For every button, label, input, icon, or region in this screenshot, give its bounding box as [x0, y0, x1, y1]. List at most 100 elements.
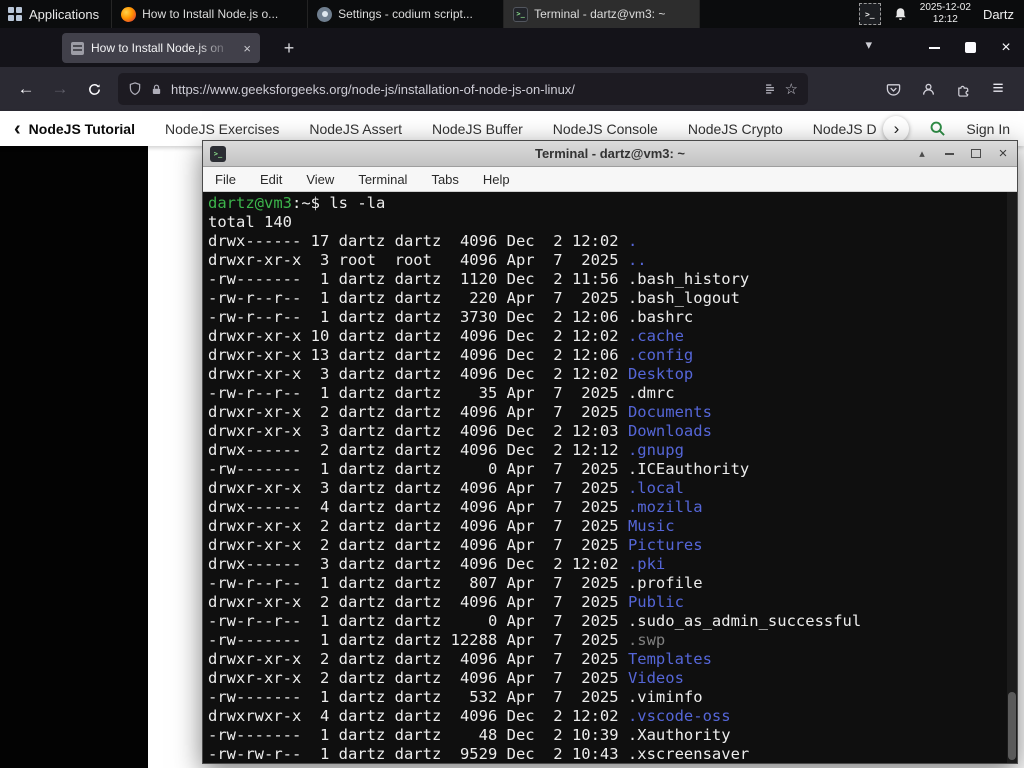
notifications-bell-icon[interactable] [893, 7, 908, 22]
url-input[interactable]: https://www.geeksforgeeks.org/node-js/in… [118, 73, 808, 105]
tab-title: How to Install Node.js on [91, 41, 224, 55]
tray-terminal-icon[interactable]: >_ [858, 3, 881, 25]
terminal-menu-help[interactable]: Help [483, 172, 510, 187]
terminal-icon [513, 6, 529, 22]
terminal-line: drwxr-xr-x 2 dartz dartz 4096 Apr 7 2025… [208, 403, 712, 421]
terminal-line: drwxr-xr-x 2 dartz dartz 4096 Apr 7 2025… [208, 650, 712, 668]
page-dark-section [0, 146, 148, 768]
nav-link-nodejs-buffer[interactable]: NodeJS Buffer [432, 121, 523, 137]
browser-tab[interactable]: How to Install Node.js on × [62, 33, 260, 63]
terminal-menu-edit[interactable]: Edit [260, 172, 282, 187]
terminal-line: -rw------- 1 dartz dartz 12288 Apr 7 202… [208, 631, 666, 649]
terminal-titlebar[interactable]: >_ Terminal - dartz@vm3: ~ ▴ × [203, 141, 1017, 167]
terminal-line: drwxr-xr-x 2 dartz dartz 4096 Apr 7 2025… [208, 593, 684, 611]
taskbar-button-1[interactable]: How to Install Node.js o... [112, 0, 309, 28]
terminal-scrollbar[interactable] [1007, 192, 1017, 763]
terminal-line: dartz@vm3:~$ ls -la [208, 194, 386, 212]
tab-close-button[interactable]: × [243, 42, 251, 55]
search-icon[interactable] [929, 120, 946, 137]
reader-view-icon[interactable] [763, 82, 777, 96]
terminal-line: drwxr-xr-x 3 dartz dartz 4096 Apr 7 2025… [208, 479, 684, 497]
close-icon: × [1001, 38, 1011, 56]
nav-scroll-right-button[interactable]: › [883, 115, 910, 142]
terminal-line: -rw-r--r-- 1 dartz dartz 3730 Dec 2 12:0… [208, 308, 694, 326]
terminal-line: -rw------- 1 dartz dartz 532 Apr 7 2025 … [208, 688, 703, 706]
account-icon[interactable] [912, 73, 944, 105]
taskbar-button-3[interactable]: Terminal - dartz@vm3: ~ [504, 0, 701, 28]
clock[interactable]: 2025-12-02 12:12 [920, 2, 971, 27]
new-tab-button[interactable]: + [276, 35, 302, 61]
back-button[interactable]: ← [10, 73, 42, 105]
pocket-icon[interactable] [877, 73, 909, 105]
terminal-title: Terminal - dartz@vm3: ~ [534, 146, 686, 161]
terminal-line: drwx------ 17 dartz dartz 4096 Dec 2 12:… [208, 232, 638, 250]
terminal-line: drwxr-xr-x 3 root root 4096 Apr 7 2025 .… [208, 251, 647, 269]
nav-link-nodejs-dns[interactable]: NodeJS DNS [813, 121, 878, 137]
terminal-maximize-button[interactable] [969, 147, 983, 161]
bookmark-star-icon[interactable]: ☆ [785, 82, 798, 97]
nav-link-nodejs-assert[interactable]: NodeJS Assert [309, 121, 402, 137]
terminal-line: drwx------ 4 dartz dartz 4096 Apr 7 2025… [208, 498, 703, 516]
site-nav-right: › Sign In [883, 115, 1010, 142]
taskbar-button-2[interactable]: Settings - codium script... [308, 0, 505, 28]
tracking-shield-icon[interactable] [128, 82, 142, 96]
navigation-toolbar: ← → https://www.geeksforgeeks.org/node-j… [0, 67, 1024, 111]
terminal-menu-view[interactable]: View [306, 172, 334, 187]
terminal-line: drwxr-xr-x 10 dartz dartz 4096 Dec 2 12:… [208, 327, 684, 345]
menu-hamburger-icon[interactable]: ≡ [982, 73, 1014, 105]
terminal-menu-terminal[interactable]: Terminal [358, 172, 407, 187]
nav-link-nodejs-exercises[interactable]: NodeJS Exercises [165, 121, 279, 137]
terminal-line: drwxr-xr-x 2 dartz dartz 4096 Apr 7 2025… [208, 517, 675, 535]
url-text: https://www.geeksforgeeks.org/node-js/in… [171, 81, 575, 97]
sign-in-button[interactable]: Sign In [966, 121, 1010, 137]
terminal-line: total 140 [208, 213, 292, 231]
terminal-close-button[interactable]: × [996, 146, 1010, 161]
window-close-button[interactable]: × [988, 28, 1024, 67]
terminal-window: >_ Terminal - dartz@vm3: ~ ▴ × File Edit V… [202, 140, 1018, 764]
terminal-minimize-button[interactable] [942, 147, 956, 161]
nav-scroll-left-icon[interactable]: ‹ [14, 119, 21, 139]
terminal-line: drwxrwxr-x 4 dartz dartz 4096 Dec 2 12:0… [208, 707, 731, 725]
nav-link-nodejs-crypto[interactable]: NodeJS Crypto [688, 121, 783, 137]
terminal-line: -rw-r--r-- 1 dartz dartz 0 Apr 7 2025 .s… [208, 612, 862, 630]
terminal-line: drwxr-xr-x 2 dartz dartz 4096 Apr 7 2025… [208, 536, 703, 554]
window-maximize-button[interactable] [952, 28, 988, 67]
taskbar: How to Install Node.js o... Settings - c… [112, 0, 701, 28]
terminal-line: drwxr-xr-x 2 dartz dartz 4096 Apr 7 2025… [208, 669, 684, 687]
terminal-output[interactable]: dartz@vm3:~$ ls -la total 140 drwx------ 1… [203, 192, 1017, 763]
nav-link-nodejs-tutorial[interactable]: NodeJS Tutorial [29, 121, 135, 137]
tab-bar: How to Install Node.js on × + ▾ × [0, 28, 1024, 67]
terminal-line: drwx------ 2 dartz dartz 4096 Dec 2 12:1… [208, 441, 684, 459]
forward-button[interactable]: → [44, 73, 76, 105]
applications-menu[interactable]: Applications [0, 0, 113, 28]
terminal-line: -rw-r--r-- 1 dartz dartz 35 Apr 7 2025 .… [208, 384, 675, 402]
minimize-icon [944, 152, 954, 155]
window-minimize-button[interactable] [916, 28, 952, 67]
maximize-icon [971, 149, 981, 158]
terminal-scrollbar-thumb[interactable] [1008, 692, 1016, 760]
reload-button[interactable] [78, 73, 110, 105]
terminal-menu-file[interactable]: File [215, 172, 236, 187]
window-controls: × [916, 28, 1024, 67]
page-favicon [71, 41, 84, 55]
list-all-tabs-button[interactable]: ▾ [865, 37, 872, 53]
terminal-line: drwxr-xr-x 3 dartz dartz 4096 Dec 2 12:0… [208, 422, 712, 440]
terminal-menu-tabs[interactable]: Tabs [431, 172, 458, 187]
terminal-line: -rw------- 1 dartz dartz 48 Dec 2 10:39 … [208, 726, 731, 744]
user-menu[interactable]: Dartz [983, 7, 1014, 22]
settings-icon [317, 6, 333, 22]
top-panel: Applications How to Install Node.js o...… [0, 0, 1024, 28]
terminal-line: -rw------- 1 dartz dartz 1120 Dec 2 11:5… [208, 270, 750, 288]
terminal-shade-button[interactable]: ▴ [915, 147, 929, 161]
lock-icon[interactable] [150, 83, 163, 96]
terminal-line: -rw------- 1 dartz dartz 0 Apr 7 2025 .I… [208, 460, 750, 478]
panel-tray: >_ 2025-12-02 12:12 Dartz [858, 0, 1024, 28]
clock-date: 2025-12-02 [919, 1, 971, 13]
terminal-line: drwxr-xr-x 13 dartz dartz 4096 Dec 2 12:… [208, 346, 694, 364]
terminal-menubar: File Edit View Terminal Tabs Help [203, 167, 1017, 192]
site-nav-links: NodeJS Tutorial NodeJS Exercises NodeJS As… [29, 121, 878, 137]
applications-label: Applications [29, 6, 100, 22]
toolbar-right: ≡ [877, 73, 1014, 105]
nav-link-nodejs-console[interactable]: NodeJS Console [553, 121, 658, 137]
extensions-puzzle-icon[interactable] [947, 73, 979, 105]
